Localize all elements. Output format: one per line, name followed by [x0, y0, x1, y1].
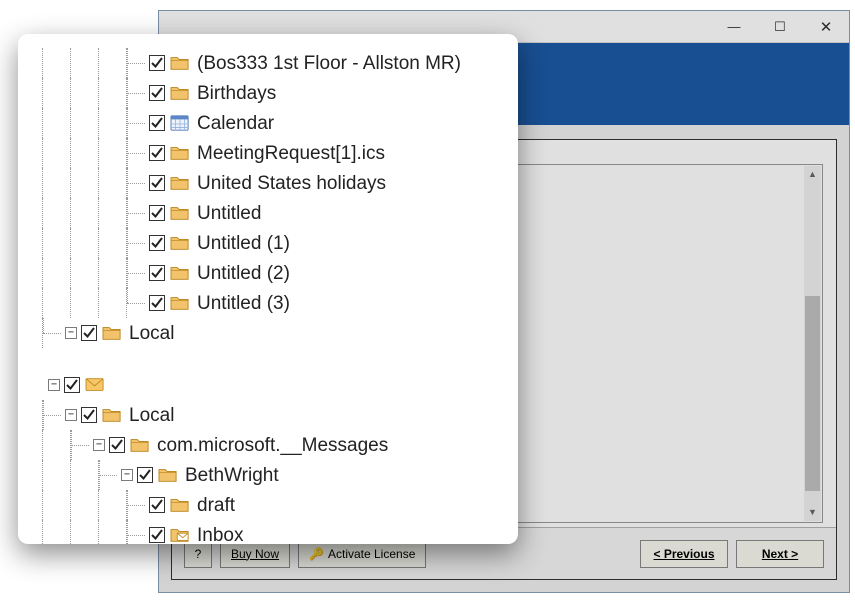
scrollbar-thumb[interactable] [805, 296, 820, 491]
checkbox[interactable] [149, 115, 165, 131]
tree-item-label: Untitled (2) [197, 264, 290, 283]
tree-item-label: MeetingRequest[1].ics [197, 144, 385, 163]
next-button[interactable]: Next > [736, 540, 824, 568]
tree-row[interactable]: (Bos333 1st Floor - Allston MR) [24, 48, 512, 78]
tree-row[interactable]: MeetingRequest[1].ics [24, 138, 512, 168]
minimize-button[interactable]: — [711, 11, 757, 42]
tree-row[interactable]: Calendar [24, 108, 512, 138]
folder-icon [169, 234, 191, 252]
tree-item-label: Birthdays [197, 84, 276, 103]
tree-row[interactable]: − Local [24, 318, 512, 348]
folder-icon [101, 324, 123, 342]
tree-row[interactable]: − [24, 370, 512, 400]
expand-toggle[interactable]: − [65, 327, 77, 339]
tree-item-label: Local [129, 406, 174, 425]
activate-license-label: Activate License [328, 547, 415, 561]
checkbox[interactable] [81, 407, 97, 423]
folder-icon [169, 204, 191, 222]
tree-row[interactable]: Birthdays [24, 78, 512, 108]
folder-tree-panel: (Bos333 1st Floor - Allston MR) Birthdays… [18, 34, 518, 544]
folder-icon [169, 144, 191, 162]
tree-row[interactable]: − Local [24, 400, 512, 430]
checkbox[interactable] [149, 265, 165, 281]
tree-item-label: Untitled [197, 204, 261, 223]
checkbox[interactable] [149, 497, 165, 513]
checkbox[interactable] [64, 377, 80, 393]
tree-item-label: com.microsoft.__Messages [157, 436, 388, 455]
tree-row[interactable]: Untitled [24, 198, 512, 228]
tree-row[interactable]: draft [24, 490, 512, 520]
folder-tree: (Bos333 1st Floor - Allston MR) Birthdays… [24, 48, 512, 544]
calendar-icon [169, 114, 191, 132]
scroll-up-arrow-icon[interactable]: ▲ [804, 166, 821, 183]
scrollbar-track[interactable]: ▲ ▼ [804, 166, 821, 521]
scroll-down-arrow-icon[interactable]: ▼ [804, 504, 821, 521]
folder-icon [169, 496, 191, 514]
checkbox[interactable] [149, 145, 165, 161]
tree-item-label: draft [197, 496, 235, 515]
tree-item-label: Local [129, 324, 174, 343]
tree-item-label: Untitled (1) [197, 234, 290, 253]
folder-icon [169, 264, 191, 282]
expand-toggle[interactable]: − [121, 469, 133, 481]
checkbox[interactable] [149, 85, 165, 101]
tree-item-label: United States holidays [197, 174, 386, 193]
checkbox[interactable] [149, 205, 165, 221]
checkbox[interactable] [149, 527, 165, 543]
tree-row[interactable]: Untitled (1) [24, 228, 512, 258]
checkbox[interactable] [149, 235, 165, 251]
tree-row[interactable]: Untitled (3) [24, 288, 512, 318]
folder-icon [129, 436, 151, 454]
close-button[interactable]: ✕ [803, 11, 849, 42]
key-icon [309, 547, 324, 561]
tree-item-label: BethWright [185, 466, 279, 485]
expand-toggle[interactable]: − [93, 439, 105, 451]
checkbox[interactable] [109, 437, 125, 453]
folder-icon [169, 84, 191, 102]
expand-toggle[interactable]: − [65, 409, 77, 421]
tree-item-label: (Bos333 1st Floor - Allston MR) [197, 54, 461, 73]
previous-button[interactable]: < Previous [640, 540, 728, 568]
tree-row[interactable]: − com.microsoft.__Messages [24, 430, 512, 460]
maximize-button[interactable]: ☐ [757, 11, 803, 42]
mail-icon [84, 376, 106, 394]
checkbox[interactable] [149, 55, 165, 71]
tree-row[interactable]: − BethWright [24, 460, 512, 490]
tree-row[interactable]: Inbox [24, 520, 512, 544]
checkbox[interactable] [137, 467, 153, 483]
tree-item-label: Calendar [197, 114, 274, 133]
folder-icon [169, 174, 191, 192]
folder-icon [169, 294, 191, 312]
checkbox[interactable] [149, 295, 165, 311]
tree-row[interactable]: Untitled (2) [24, 258, 512, 288]
tree-item-label: Inbox [197, 526, 243, 545]
checkbox[interactable] [149, 175, 165, 191]
folder-icon [101, 406, 123, 424]
checkbox[interactable] [81, 325, 97, 341]
expand-toggle[interactable]: − [48, 379, 60, 391]
content-pane: ▲ ▼ [501, 164, 823, 523]
folder-icon [157, 466, 179, 484]
tree-row[interactable]: United States holidays [24, 168, 512, 198]
tree-item-label: Untitled (3) [197, 294, 290, 313]
folder-icon [169, 54, 191, 72]
inbox-icon [169, 526, 191, 544]
